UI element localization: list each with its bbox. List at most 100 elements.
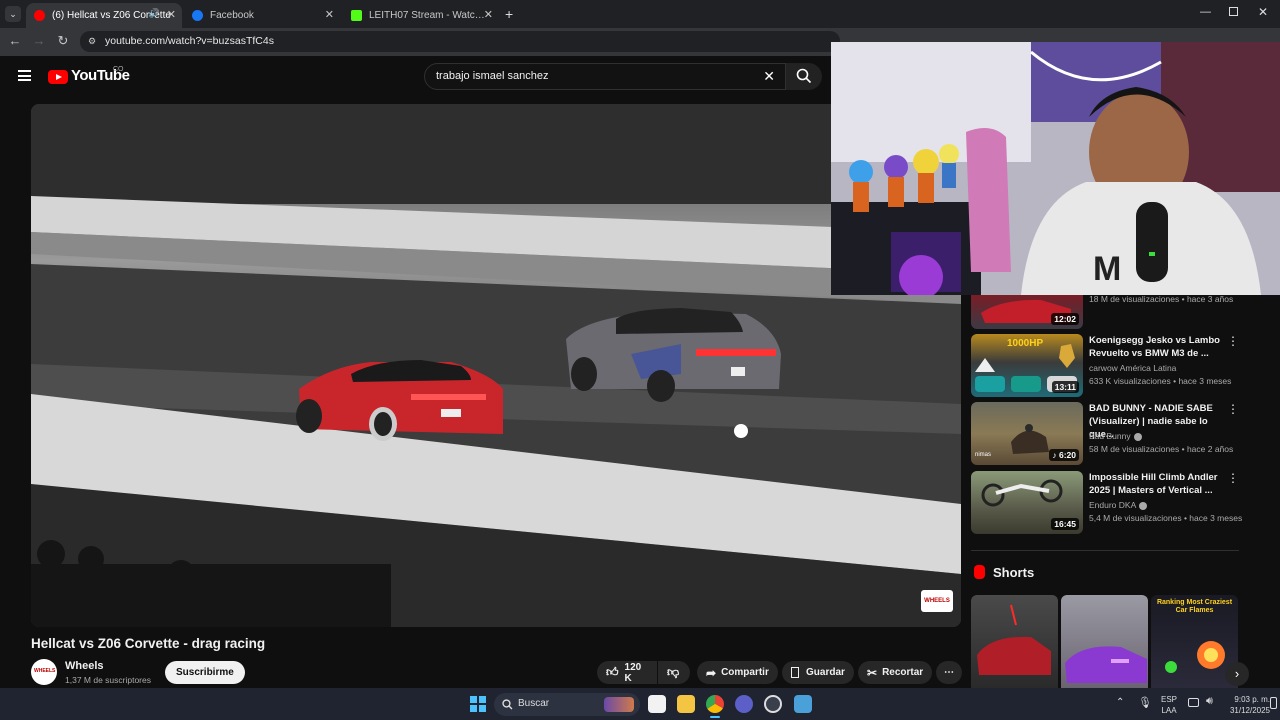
verified-icon	[1133, 432, 1142, 441]
more-horizontal-icon: ⋯	[944, 667, 954, 678]
channel-name-text: Enduro DKA	[1089, 500, 1137, 510]
language-indicator[interactable]: ESP LAA	[1161, 694, 1177, 716]
volume-icon[interactable]: 🔊︎	[1206, 695, 1213, 708]
clock-date: 31/12/2025	[1229, 706, 1270, 715]
channel-name-text: Bad Bunny	[1089, 431, 1131, 441]
recommended-video-thumbnail[interactable]: 1000HP 13:11	[971, 334, 1083, 397]
language-sub: LAA	[1161, 706, 1177, 715]
video-meta: 18 M de visualizaciones • hace 3 años	[1089, 294, 1234, 304]
microsoft-store-icon[interactable]	[648, 695, 666, 713]
dislike-button[interactable]: 👎︎	[658, 661, 690, 684]
taskbar-search-box[interactable]: Buscar	[494, 693, 640, 716]
menu-hamburger-icon[interactable]	[18, 70, 31, 81]
app-icon[interactable]	[735, 695, 753, 713]
minimize-window-icon[interactable]: —	[1200, 6, 1211, 18]
tab-label: LEITH07 Stream - Watch Live on	[369, 10, 487, 21]
new-tab-button[interactable]: +	[505, 6, 513, 22]
youtube-favicon-icon	[34, 10, 45, 21]
shorts-next-button[interactable]: ›	[1225, 662, 1249, 686]
recommended-video-thumbnail[interactable]: 12:02	[971, 295, 1083, 329]
short-thumbnail-image	[977, 604, 1051, 675]
more-actions-button[interactable]: ⋯	[936, 661, 962, 684]
video-duration: 12:02	[1051, 313, 1079, 325]
clear-search-icon[interactable]: ✕	[763, 64, 775, 89]
short-thumbnail[interactable]	[971, 595, 1058, 688]
like-button[interactable]: 👍︎ 120 K	[597, 661, 657, 684]
tab-youtube[interactable]: (6) Hellcat vs Z06 Corvette 🔊 ✕	[26, 3, 182, 28]
channel-name[interactable]: Bad Bunny	[1089, 431, 1142, 441]
video-title[interactable]: Impossible Hill Climb Andler 2025 | Mast…	[1089, 471, 1227, 497]
channel-name[interactable]: carwow América Latina	[1089, 363, 1176, 373]
search-input-value: trabajo ismael sanchez	[436, 70, 549, 82]
tab-facebook[interactable]: Facebook ✕	[184, 3, 340, 28]
video-duration: 16:45	[1051, 518, 1079, 530]
channel-name[interactable]: Wheels	[65, 660, 104, 672]
video-frame	[31, 104, 961, 627]
region-code: CO	[113, 66, 124, 73]
tab-kick-stream[interactable]: LEITH07 Stream - Watch Live on ✕	[343, 3, 499, 28]
music-note-icon: ♪	[1052, 450, 1059, 460]
app-icon[interactable]	[764, 695, 782, 713]
clock[interactable]: 9:03 p. m. 31/12/2025	[1222, 694, 1270, 716]
back-arrow-icon[interactable]: ←	[6, 32, 24, 50]
verified-icon	[1139, 501, 1148, 510]
facebook-favicon-icon	[192, 10, 203, 21]
thumbnail-overlay-text: nimas	[975, 452, 992, 458]
video-title: Hellcat vs Z06 Corvette - drag racing	[31, 636, 266, 651]
share-label: Compartir	[721, 667, 769, 678]
show-hidden-icons[interactable]: ⌃	[1116, 697, 1124, 708]
search-input[interactable]: trabajo ismael sanchez ✕	[424, 63, 786, 90]
notifications-icon[interactable]	[1270, 697, 1277, 709]
audio-icon[interactable]: 🔊	[149, 8, 160, 19]
microphone-icon[interactable]: 🎙︎	[1138, 696, 1152, 709]
close-tab-icon[interactable]: ✕	[325, 8, 334, 21]
save-button[interactable]: Guardar	[782, 661, 854, 684]
notepad-icon[interactable]	[794, 695, 812, 713]
bookmark-icon	[791, 667, 799, 678]
forward-arrow-icon[interactable]: →	[30, 32, 48, 50]
channel-name[interactable]: Enduro DKA	[1089, 500, 1148, 510]
reload-icon[interactable]: ↻	[54, 32, 72, 50]
search-button[interactable]	[786, 63, 822, 90]
webcam-frame	[831, 42, 1280, 295]
recommended-video-thumbnail[interactable]: nimas ♪ 6:20	[971, 402, 1083, 465]
stream-webcam-overlay: M	[831, 42, 1280, 295]
language-code: ESP	[1161, 695, 1178, 704]
network-icon[interactable]	[1188, 698, 1199, 707]
restore-window-icon[interactable]	[1229, 7, 1238, 16]
tab-search-button[interactable]: ⌄	[5, 6, 21, 22]
share-button[interactable]: ➦ Compartir	[697, 661, 778, 684]
channel-avatar[interactable]: WHEELS	[31, 659, 57, 685]
close-tab-icon[interactable]: ✕	[484, 8, 493, 21]
youtube-logo-icon[interactable]	[48, 70, 68, 84]
recommended-video-thumbnail[interactable]: 16:45	[971, 471, 1083, 534]
video-player[interactable]: WHEELS	[31, 104, 961, 627]
shorts-icon	[974, 565, 985, 579]
tab-label: Facebook	[210, 10, 254, 21]
search-highlight-image	[604, 697, 634, 712]
scissors-icon: ✂	[867, 665, 878, 680]
address-bar[interactable]: ⚙ youtube.com/watch?v=buzsasTfC4s	[80, 31, 840, 52]
more-options-icon[interactable]: ⋮	[1227, 334, 1239, 348]
close-tab-icon[interactable]: ✕	[167, 8, 176, 21]
thumbs-up-icon: 👍︎	[606, 665, 619, 679]
short-thumbnail[interactable]	[1061, 595, 1148, 688]
video-title[interactable]: Koenigsegg Jesko vs Lambo Revuelto vs BM…	[1089, 334, 1227, 360]
section-divider	[971, 550, 1239, 551]
share-icon: ➦	[706, 665, 717, 680]
subscribe-button[interactable]: Suscribirme	[165, 661, 245, 684]
shirt-text: M	[1093, 250, 1122, 288]
like-count: 120 K	[624, 661, 642, 684]
more-options-icon[interactable]: ⋮	[1227, 471, 1239, 485]
taskbar-search-label: Buscar	[518, 698, 550, 709]
file-explorer-icon[interactable]	[677, 695, 695, 713]
clock-time: 9:03 p. m.	[1234, 695, 1270, 704]
windows-start-icon[interactable]	[470, 696, 486, 712]
video-duration: 13:11	[1051, 381, 1079, 393]
chrome-icon[interactable]	[706, 695, 724, 713]
video-meta: 5,4 M de visualizaciones • hace 3 meses	[1089, 513, 1243, 523]
site-info-icon[interactable]: ⚙	[88, 31, 96, 52]
close-window-icon[interactable]: ✕	[1258, 5, 1268, 19]
clip-button[interactable]: ✂ Recortar	[858, 661, 933, 684]
more-options-icon[interactable]: ⋮	[1227, 402, 1239, 416]
